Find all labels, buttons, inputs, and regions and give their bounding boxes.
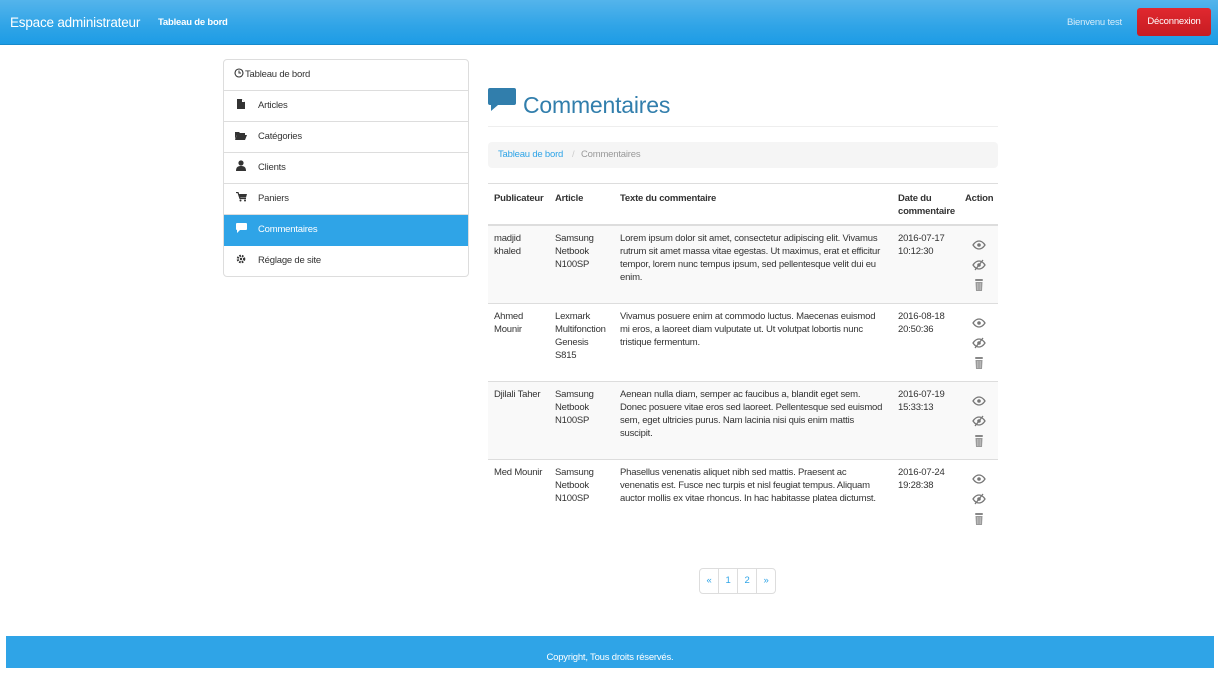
column-header-text: Texte du commentaire [614, 183, 892, 226]
sidebar-item-label: Catégories [258, 131, 302, 142]
page-title: Commentaires [523, 92, 671, 118]
cell-actions [959, 302, 998, 381]
sidebar-item-label: Paniers [258, 193, 289, 204]
welcome-text: Bienvenu test [1067, 17, 1122, 28]
cell-text: Lorem ipsum dolor sit amet, consectetur … [614, 224, 892, 303]
folder-open-icon [235, 122, 247, 152]
cell-publisher: Med Mounir [488, 458, 549, 537]
footer-copyright: Copyright, Tous droits réservés. [546, 652, 674, 663]
comments-table: Publicateur Article Texte du commentaire… [488, 183, 998, 537]
sidebar-item-label: Réglage de site [258, 255, 322, 266]
sidebar-item-settings[interactable]: Réglage de site [224, 246, 468, 276]
cell-article: Lexmark Multifonction Genesis S815 [549, 302, 614, 381]
sidebar-item-clients[interactable]: Clients [224, 153, 468, 184]
pagination-next[interactable]: » [756, 569, 775, 593]
footer: Copyright, Tous droits réservés. [6, 636, 1214, 668]
trash-icon[interactable] [972, 434, 986, 448]
column-header-publisher: Publicateur [488, 183, 549, 226]
sidebar: Tableau de bord Articles Catégories Clie… [223, 59, 469, 277]
logout-button[interactable]: Déconnexion [1137, 8, 1211, 36]
page-header: Commentaires [488, 86, 998, 127]
sidebar-item-paniers[interactable]: Paniers [224, 184, 468, 215]
eye-icon[interactable] [971, 238, 986, 252]
sidebar-item-label: Tableau de bord [245, 69, 311, 80]
eye-close-icon[interactable] [971, 492, 986, 506]
cell-actions [959, 458, 998, 537]
sidebar-item-categories[interactable]: Catégories [224, 122, 468, 153]
table-row: madjid khaled Samsung Netbook N100SP Lor… [488, 224, 998, 303]
cell-date: 2016-08-18 20:50:36 [892, 302, 959, 381]
cell-article: Samsung Netbook N100SP [549, 380, 614, 459]
pagination-prev[interactable]: « [700, 569, 718, 593]
cell-text: Phasellus venenatis aliquet nibh sed mat… [614, 458, 892, 537]
comment-icon [235, 215, 247, 245]
eye-close-icon[interactable] [971, 258, 986, 272]
trash-icon[interactable] [972, 356, 986, 370]
sidebar-item-label: Commentaires [258, 224, 318, 235]
column-header-article: Article [549, 183, 614, 226]
breadcrumb-home-link[interactable]: Tableau de bord [498, 142, 563, 168]
cell-article: Samsung Netbook N100SP [549, 458, 614, 537]
cell-actions [959, 224, 998, 303]
table-row: Ahmed Mounir Lexmark Multifonction Genes… [488, 302, 998, 381]
column-header-date: Date du commentaire [892, 183, 959, 226]
eye-close-icon[interactable] [971, 336, 986, 350]
eye-close-icon[interactable] [971, 414, 986, 428]
clock-icon [233, 60, 245, 90]
sidebar-item-commentaires[interactable]: Commentaires [224, 215, 468, 246]
breadcrumb: Tableau de bord / Commentaires [488, 142, 998, 168]
table-row: Med Mounir Samsung Netbook N100SP Phasel… [488, 458, 998, 537]
user-icon [235, 153, 247, 183]
cell-publisher: madjid khaled [488, 224, 549, 303]
cell-date: 2016-07-24 19:28:38 [892, 458, 959, 537]
table-row: Djilali Taher Samsung Netbook N100SP Aen… [488, 380, 998, 459]
navbar-link-dashboard[interactable]: Tableau de bord [158, 17, 228, 28]
sidebar-item-label: Clients [258, 162, 286, 173]
top-navbar: Espace administrateur Tableau de bord Bi… [0, 0, 1218, 45]
table-header-row: Publicateur Article Texte du commentaire… [488, 183, 998, 226]
cell-actions [959, 380, 998, 459]
sidebar-item-dashboard[interactable]: Tableau de bord [224, 60, 468, 91]
eye-icon[interactable] [971, 472, 986, 486]
pagination-page-1[interactable]: 1 [718, 569, 737, 593]
breadcrumb-separator: / [572, 149, 575, 160]
cog-icon [235, 246, 247, 276]
eye-icon[interactable] [971, 394, 986, 408]
pagination-page-2[interactable]: 2 [737, 569, 756, 593]
file-icon [235, 91, 247, 121]
cell-date: 2016-07-19 15:33:13 [892, 380, 959, 459]
cell-publisher: Ahmed Mounir [488, 302, 549, 381]
cell-article: Samsung Netbook N100SP [549, 224, 614, 303]
column-header-action: Action [959, 183, 998, 226]
trash-icon[interactable] [972, 512, 986, 526]
breadcrumb-current: Commentaires [581, 149, 641, 160]
eye-icon[interactable] [971, 316, 986, 330]
pagination: « 1 2 » [699, 568, 776, 594]
cell-text: Vivamus posuere enim at commodo luctus. … [614, 302, 892, 381]
shopping-cart-icon [235, 184, 247, 214]
sidebar-item-articles[interactable]: Articles [224, 91, 468, 122]
cell-publisher: Djilali Taher [488, 380, 549, 459]
cell-date: 2016-07-17 10:12:30 [892, 224, 959, 303]
comment-icon [488, 88, 516, 115]
sidebar-item-label: Articles [258, 100, 288, 111]
navbar-brand[interactable]: Espace administrateur [10, 15, 140, 30]
trash-icon[interactable] [972, 278, 986, 292]
cell-text: Aenean nulla diam, semper ac faucibus a,… [614, 380, 892, 459]
